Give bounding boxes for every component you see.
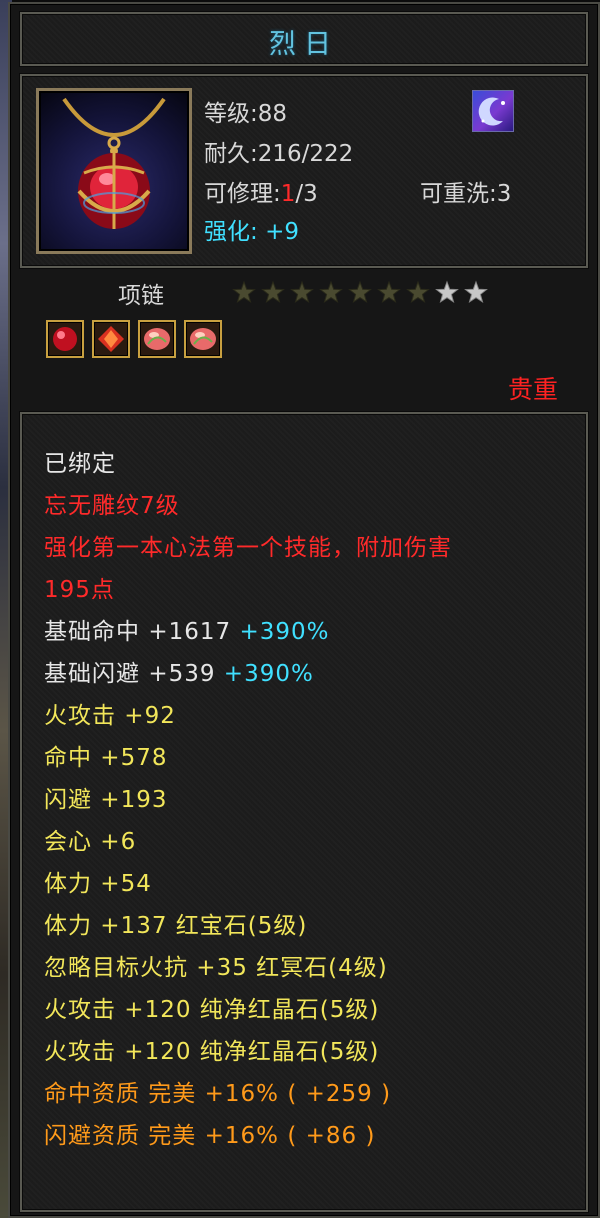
- star-filled-icon: [232, 280, 256, 304]
- attribute-line: 体力 +54: [44, 871, 152, 897]
- item-tooltip-panel: 烈日 等级:88 耐久:216/222 可修理:1/3 可重洗:3 强化: +9: [8, 2, 600, 1218]
- engraving-name: 忘无雕纹7级: [44, 493, 180, 519]
- necklace-icon: [36, 88, 192, 254]
- star-empty-icon: [435, 280, 459, 304]
- base-stat-dodge: 基础闪避 +539 +390%: [44, 661, 314, 687]
- rarity-label: 贵重: [507, 375, 558, 404]
- star-filled-icon: [377, 280, 401, 304]
- durability-stat: 耐久:216/222: [204, 141, 354, 167]
- attribute-line: 闪避 +193: [44, 787, 168, 813]
- item-header-box: 等级:88 耐久:216/222 可修理:1/3 可重洗:3 强化: +9: [20, 74, 588, 268]
- item-type: 项链: [118, 283, 164, 309]
- repair-stat: 可修理:1/3: [204, 181, 318, 207]
- title-bar: 烈日: [20, 12, 588, 66]
- gem-attribute-line: 火攻击 +120 纯净红晶石(5级): [44, 1039, 380, 1065]
- base-stat-hit: 基础命中 +1617 +390%: [44, 619, 330, 645]
- attribute-box: 已绑定 忘无雕纹7级 强化第一本心法第一个技能，附加伤害 195点 基础命中 +…: [20, 412, 588, 1212]
- attribute-line: 命中 +578: [44, 745, 168, 771]
- item-name: 烈日: [269, 29, 339, 60]
- gem-slot-4[interactable]: [184, 320, 222, 358]
- bound-status: 已绑定: [44, 451, 116, 477]
- attribute-line: 火攻击 +92: [44, 703, 176, 729]
- engraving-effect: 强化第一本心法第一个技能，附加伤害: [44, 535, 452, 561]
- gem-slot-1[interactable]: [46, 320, 84, 358]
- rewash-stat: 可重洗:3: [420, 181, 512, 207]
- gem-attribute-line: 忽略目标火抗 +35 红冥石(4级): [44, 955, 388, 981]
- star-filled-icon: [319, 280, 343, 304]
- star-filled-icon: [348, 280, 372, 304]
- quality-line-dodge: 闪避资质 完美 +16% ( +86 ): [44, 1123, 376, 1149]
- star-filled-icon: [406, 280, 430, 304]
- moon-badge-icon[interactable]: [472, 90, 514, 132]
- gem-attribute-line: 体力 +137 红宝石(5级): [44, 913, 308, 939]
- star-filled-icon: [290, 280, 314, 304]
- star-rating: [232, 280, 488, 304]
- star-filled-icon: [261, 280, 285, 304]
- gem-slot-3[interactable]: [138, 320, 176, 358]
- level-stat: 等级:88: [204, 101, 288, 127]
- enhance-stat: 强化: +9: [204, 219, 299, 245]
- star-empty-icon: [464, 280, 488, 304]
- gem-attribute-line: 火攻击 +120 纯净红晶石(5级): [44, 997, 380, 1023]
- gem-slot-2[interactable]: [92, 320, 130, 358]
- quality-line-hit: 命中资质 完美 +16% ( +259 ): [44, 1081, 392, 1107]
- repair-count: 1: [280, 181, 296, 207]
- enhance-value: +9: [265, 219, 299, 245]
- attribute-line: 会心 +6: [44, 829, 137, 855]
- engraving-effect-cont: 195点: [44, 577, 115, 603]
